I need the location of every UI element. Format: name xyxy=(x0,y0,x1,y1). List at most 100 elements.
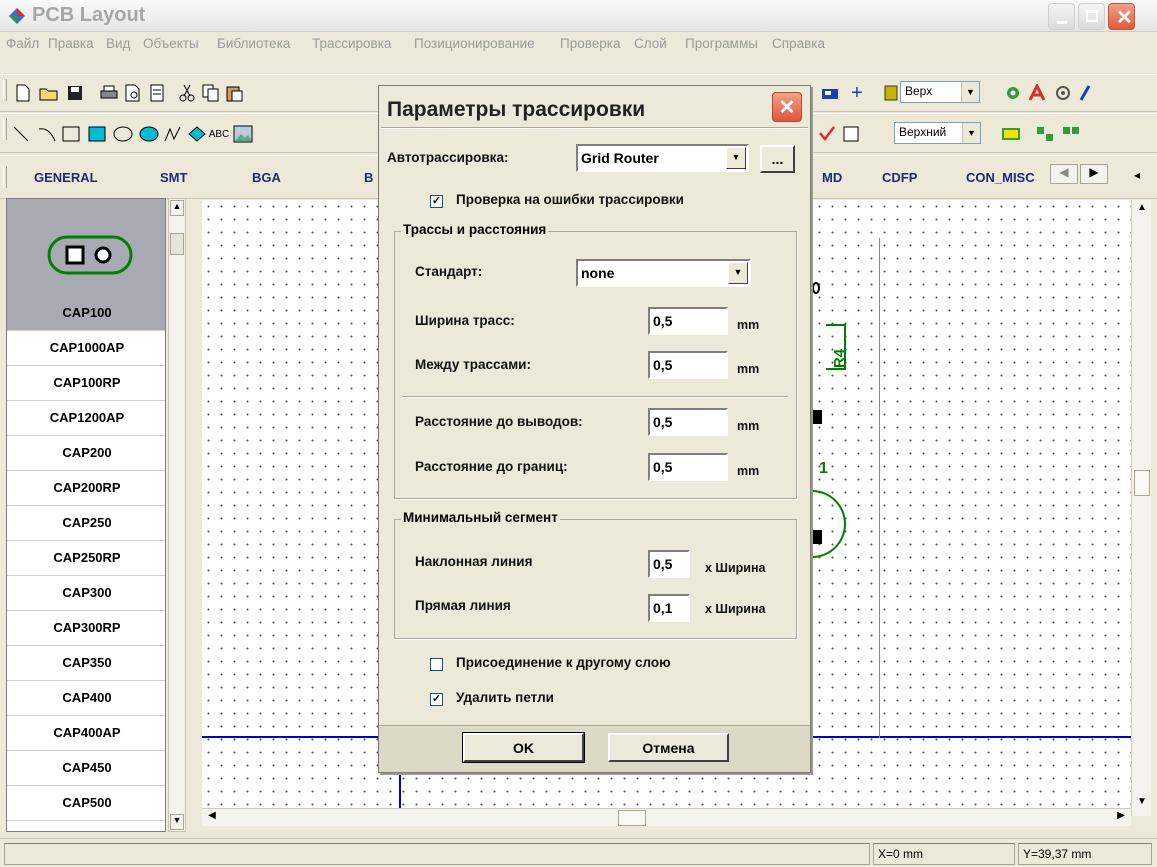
menu-edit[interactable]: Правка xyxy=(48,36,94,51)
library-tab-bga[interactable]: BGA xyxy=(252,170,281,185)
autorouter-settings-button[interactable]: ... xyxy=(760,145,795,173)
canvas-vertical-scrollbar[interactable]: ▲ ▼ xyxy=(1131,200,1151,816)
toolbar-grip[interactable] xyxy=(3,118,7,140)
chevron-up-icon[interactable]: ▲ xyxy=(170,200,184,216)
library-tab-con-misc[interactable]: CON_MISC xyxy=(966,170,1035,185)
component-icon[interactable] xyxy=(1000,123,1022,145)
menu-objects[interactable]: Объекты xyxy=(143,36,199,51)
library-tab-md[interactable]: MD xyxy=(822,170,842,185)
minimize-button[interactable] xyxy=(1048,3,1075,30)
tab-scroll-left-button[interactable]: ◀ xyxy=(1050,164,1078,184)
component-list-item[interactable]: CAP1000AP xyxy=(7,331,165,366)
component-list-item[interactable]: CAP1200AP xyxy=(7,401,165,436)
component-list-item[interactable]: CAP250RP xyxy=(7,541,165,576)
maximize-button[interactable] xyxy=(1078,3,1105,30)
polyline-tool-icon[interactable] xyxy=(162,123,184,145)
component-list-item[interactable]: CAP200 xyxy=(7,436,165,471)
menu-check[interactable]: Проверка xyxy=(560,36,620,51)
scroll-thumb[interactable] xyxy=(1134,470,1150,496)
group-icon[interactable] xyxy=(1034,123,1056,145)
print-preview-icon[interactable] xyxy=(122,82,144,104)
component-list-scrollbar[interactable]: ▲ ▼ xyxy=(168,198,186,832)
component-list-item[interactable]: CAP400 xyxy=(7,681,165,716)
library-tab-b[interactable]: B xyxy=(364,170,373,185)
chevron-up-icon[interactable]: ▲ xyxy=(1134,202,1150,220)
add-point-icon[interactable]: + xyxy=(846,82,868,104)
route-icon[interactable] xyxy=(1074,82,1096,104)
chevron-down-icon[interactable]: ▼ xyxy=(170,814,184,830)
paste-icon[interactable] xyxy=(224,82,246,104)
library-tab-general[interactable]: GENERAL xyxy=(34,170,98,185)
chevron-right-icon[interactable]: ▶ xyxy=(1113,810,1129,826)
library-tab-smt[interactable]: SMT xyxy=(160,170,187,185)
open-file-icon[interactable] xyxy=(38,82,60,104)
chevron-down-icon[interactable]: ▼ xyxy=(1134,796,1150,814)
library-tab-cdfp[interactable]: CDFP xyxy=(882,170,917,185)
save-icon[interactable] xyxy=(64,82,86,104)
page-setup-icon[interactable] xyxy=(146,82,168,104)
drc-report-icon[interactable] xyxy=(840,123,862,145)
chevron-left-icon[interactable]: ◀ xyxy=(204,810,220,826)
component-list-item[interactable]: CAP300 xyxy=(7,576,165,611)
cut-icon[interactable] xyxy=(176,82,198,104)
close-window-button[interactable]: ✕ xyxy=(1108,3,1135,30)
check-errors-checkbox[interactable]: ✓ xyxy=(430,195,443,208)
component-list-item[interactable]: CAP100RP xyxy=(7,366,165,401)
between-tracks-input[interactable]: 0,5 xyxy=(648,351,728,379)
menu-file[interactable]: Файл xyxy=(6,36,39,51)
autorouter-select[interactable]: Grid Router ▼ xyxy=(576,144,749,172)
track-width-input[interactable]: 0,5 xyxy=(648,307,728,335)
tab-scroll-right-button[interactable]: ▶ xyxy=(1080,164,1108,184)
component-list-item[interactable]: CAP450 xyxy=(7,751,165,786)
toolbar-grip[interactable] xyxy=(3,79,7,101)
ok-button[interactable]: OK xyxy=(462,732,585,763)
diagonal-input[interactable]: 0,5 xyxy=(648,550,690,578)
component-list-item[interactable]: CAP100 xyxy=(7,296,165,331)
text-style-icon[interactable] xyxy=(1026,82,1048,104)
ellipse-tool-icon[interactable] xyxy=(112,123,134,145)
board-icon[interactable] xyxy=(820,82,842,104)
cancel-button[interactable]: Отмена xyxy=(608,733,729,762)
menu-library[interactable]: Библиотека xyxy=(217,36,290,51)
rectangle-tool-icon[interactable] xyxy=(60,123,82,145)
connect-layer-checkbox[interactable] xyxy=(430,658,443,671)
print-icon[interactable] xyxy=(98,82,120,104)
straight-input[interactable]: 0,1 xyxy=(648,594,690,622)
copy-icon[interactable] xyxy=(200,82,222,104)
toolbar-grip[interactable] xyxy=(3,166,7,188)
polygon-tool-icon[interactable] xyxy=(186,123,208,145)
standard-select[interactable]: none ▼ xyxy=(576,259,751,287)
scroll-thumb[interactable] xyxy=(170,233,184,255)
new-file-icon[interactable] xyxy=(12,82,34,104)
component-list-item[interactable]: CAP350 xyxy=(7,646,165,681)
layer-select-2[interactable]: Верхний ▼ xyxy=(894,122,981,144)
ungroup-icon[interactable] xyxy=(1060,123,1082,145)
menu-placement[interactable]: Позиционирование xyxy=(414,36,535,51)
menu-help[interactable]: Справка xyxy=(772,36,825,51)
menu-programs[interactable]: Программы xyxy=(685,36,758,51)
dialog-close-button[interactable]: ✕ xyxy=(772,92,802,122)
to-edges-input[interactable]: 0,5 xyxy=(648,453,728,481)
via-icon[interactable] xyxy=(1002,82,1024,104)
canvas-horizontal-scrollbar[interactable]: ◀ ▶ xyxy=(202,808,1131,826)
layer-select[interactable]: Верх ▼ xyxy=(900,81,980,103)
line-tool-icon[interactable] xyxy=(10,123,32,145)
component-list-item[interactable]: CAP500 xyxy=(7,786,165,821)
pad-icon[interactable] xyxy=(1052,82,1074,104)
component-list-item[interactable]: CAP200RP xyxy=(7,471,165,506)
text-tool-icon[interactable]: ABC xyxy=(208,123,230,145)
scroll-thumb[interactable] xyxy=(618,810,646,826)
filled-ellipse-tool-icon[interactable] xyxy=(138,123,160,145)
remove-loops-checkbox[interactable]: ✓ xyxy=(430,693,443,706)
component-list-item[interactable]: CAP300RP xyxy=(7,611,165,646)
image-tool-icon[interactable] xyxy=(232,123,254,145)
to-pads-input[interactable]: 0,5 xyxy=(648,408,728,436)
arc-tool-icon[interactable] xyxy=(36,123,58,145)
menu-view[interactable]: Вид xyxy=(106,36,130,51)
menu-layer[interactable]: Слой xyxy=(634,36,667,51)
drc-icon[interactable] xyxy=(816,123,838,145)
menu-routing[interactable]: Трассировка xyxy=(312,36,391,51)
filled-rectangle-tool-icon[interactable] xyxy=(86,123,108,145)
tab-menu-icon[interactable]: ◂ xyxy=(1134,168,1140,182)
component-list-item[interactable]: CAP250 xyxy=(7,506,165,541)
